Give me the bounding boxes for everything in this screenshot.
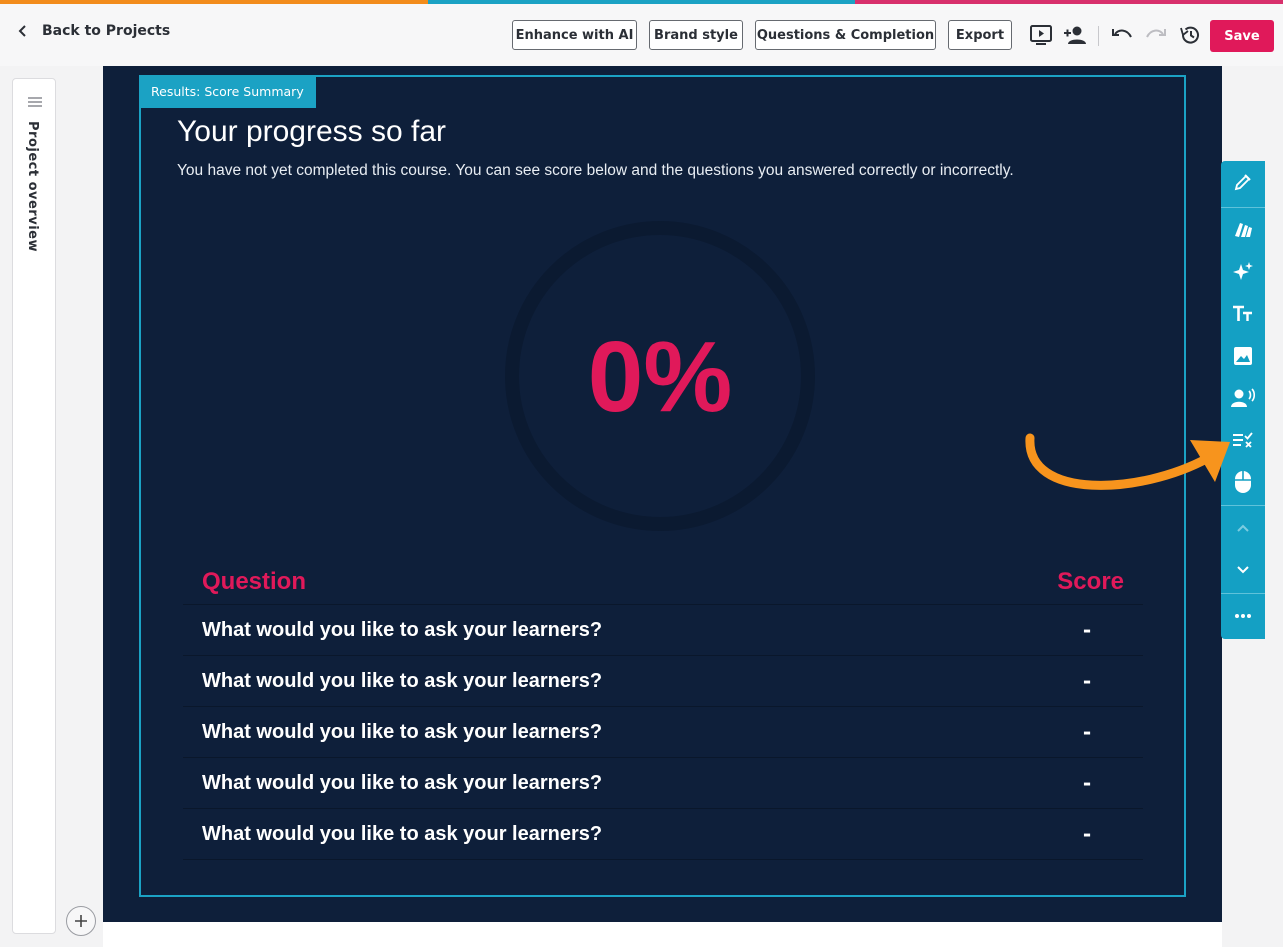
project-overview-panel: Project overview <box>12 78 56 934</box>
score-column-header: Score <box>1057 567 1124 595</box>
toolbar-divider <box>1221 505 1265 506</box>
preview-icon[interactable] <box>1028 22 1054 48</box>
question-cell: What would you like to ask your learners… <box>202 669 603 692</box>
add-user-icon[interactable] <box>1062 22 1088 48</box>
score-cell: - <box>1082 771 1092 795</box>
score-cell: - <box>1082 822 1092 846</box>
question-cell: What would you like to ask your learners… <box>202 618 603 641</box>
add-block-button[interactable] <box>66 906 96 936</box>
move-up-icon[interactable] <box>1221 507 1265 549</box>
score-table-header: Question Score <box>183 559 1143 605</box>
question-column-header: Question <box>202 567 307 595</box>
score-cell: - <box>1082 669 1092 693</box>
move-down-icon[interactable] <box>1221 549 1265 591</box>
toolbar-divider <box>1221 207 1265 208</box>
edit-icon[interactable] <box>1221 161 1265 203</box>
table-row: What would you like to ask your learners… <box>183 707 1143 758</box>
voiceover-icon[interactable] <box>1221 377 1265 419</box>
header-bar: Back to Projects Enhance with AI Brand s… <box>0 4 1283 66</box>
project-overview-label[interactable]: Project overview <box>25 121 40 252</box>
header-divider <box>1098 26 1099 46</box>
redo-icon[interactable] <box>1143 22 1169 48</box>
table-row: What would you like to ask your learners… <box>183 758 1143 809</box>
back-to-projects-link[interactable]: Back to Projects <box>18 23 170 39</box>
question-cell: What would you like to ask your learners… <box>202 720 603 743</box>
table-row: What would you like to ask your learners… <box>183 809 1143 860</box>
question-cell: What would you like to ask your learners… <box>202 822 603 845</box>
chevron-left-icon <box>18 25 26 37</box>
questions-completion-button[interactable]: Questions & Completion <box>755 20 936 50</box>
canvas-below-area <box>103 922 1222 947</box>
back-label: Back to Projects <box>42 23 171 39</box>
table-row: What would you like to ask your learners… <box>183 605 1143 656</box>
hamburger-icon[interactable] <box>28 93 42 112</box>
more-icon[interactable] <box>1221 595 1265 637</box>
export-button[interactable]: Export <box>948 20 1012 50</box>
undo-icon[interactable] <box>1109 22 1135 48</box>
plus-icon <box>75 915 87 927</box>
text-icon[interactable] <box>1221 293 1265 335</box>
block-toolbar <box>1221 161 1265 639</box>
table-row: What would you like to ask your learners… <box>183 656 1143 707</box>
enhance-with-ai-button[interactable]: Enhance with AI <box>512 20 637 50</box>
annotation-arrow-icon <box>1025 433 1230 490</box>
block-title[interactable]: Your progress so far <box>177 115 446 149</box>
question-cell: What would you like to ask your learners… <box>202 771 603 794</box>
style-icon[interactable] <box>1221 209 1265 251</box>
image-icon[interactable] <box>1221 335 1265 377</box>
toolbar-divider <box>1221 593 1265 594</box>
save-button[interactable]: Save <box>1210 20 1274 52</box>
score-cell: - <box>1082 618 1092 642</box>
history-icon[interactable] <box>1177 22 1203 48</box>
ai-sparkle-icon[interactable] <box>1221 251 1265 293</box>
score-table: Question Score What would you like to as… <box>183 559 1143 860</box>
block-type-tag: Results: Score Summary <box>139 75 316 108</box>
score-cell: - <box>1082 720 1092 744</box>
brand-style-button[interactable]: Brand style <box>649 20 743 50</box>
block-description[interactable]: You have not yet completed this course. … <box>177 162 1014 180</box>
score-percentage: 0% <box>587 321 733 433</box>
